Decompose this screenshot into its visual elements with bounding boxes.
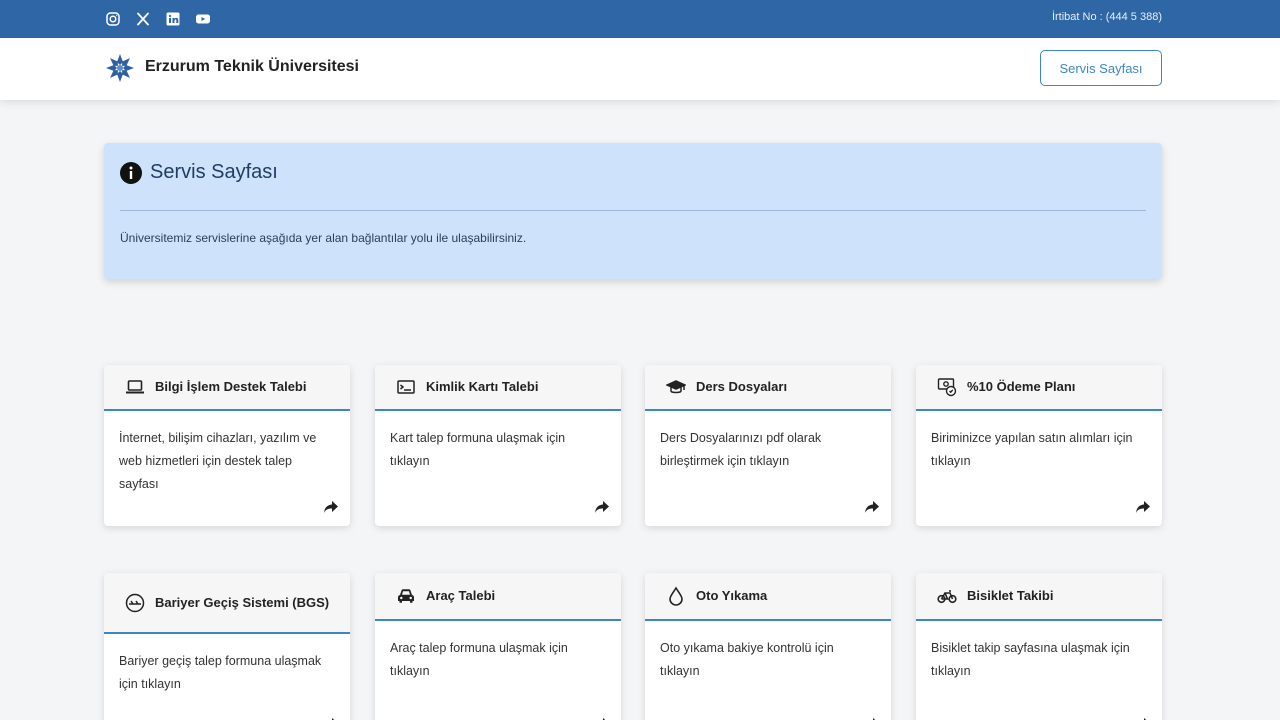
alert-title-row: Servis Sayfası [120,161,278,184]
card-text: Bariyer geçiş talep formuna ulaşmak için… [119,654,322,691]
share-arrow-icon[interactable] [1134,498,1152,516]
card-header: Bisiklet Takibi [916,573,1162,621]
card-title: Kimlik Kartı Talebi [426,379,539,394]
card-title: %10 Ödeme Planı [967,379,1076,394]
youtube-icon[interactable] [194,10,212,28]
alert-title: Servis Sayfası [150,161,278,183]
share-arrow-icon[interactable] [1134,715,1152,720]
card-header: Kimlik Kartı Talebi [375,365,621,411]
brand-title[interactable]: Erzurum Teknik Üniversitesi [145,58,359,76]
card-header: %10 Ödeme Planı [916,365,1162,411]
card-header: Oto Yıkama [645,573,891,621]
social-links [104,10,212,28]
car-icon [395,585,417,607]
share-arrow-icon[interactable] [593,498,611,516]
share-arrow-icon[interactable] [322,498,340,516]
card-header: Bilgi İşlem Destek Talebi [104,365,350,411]
alert-divider [120,210,1146,211]
service-card[interactable]: Bilgi İşlem Destek Talebi İnternet, bili… [104,365,350,526]
bicycle-icon [936,585,958,607]
card-header: Bariyer Geçiş Sistemi (BGS) [104,573,350,634]
hotline-text: İrtibat No : (444 5 388) [1051,11,1162,23]
graduation-cap-icon [665,376,687,398]
service-card[interactable]: %10 Ödeme Planı Biriminizce yapılan satı… [916,365,1162,526]
service-page-button[interactable]: Servis Sayfası [1040,50,1162,86]
card-title: Bariyer Geçiş Sistemi (BGS) [155,594,330,610]
card-text: Kart talep formuna ulaşmak için tıklayın [390,431,566,468]
barrier-gauge-icon [124,592,146,614]
card-text: Biriminizce yapılan satın alımları için … [931,431,1133,468]
service-card[interactable]: Araç Talebi Araç talep formuna ulaşmak i… [375,573,621,720]
x-twitter-icon[interactable] [134,10,152,28]
info-icon [120,161,142,184]
card-header: Araç Talebi [375,573,621,621]
service-card[interactable]: Bisiklet Takibi Bisiklet takip sayfasına… [916,573,1162,720]
university-logo[interactable] [104,52,136,84]
alert-description: Üniversitemiz servislerine aşağıda yer a… [120,231,527,245]
card-title: Bilgi İşlem Destek Talebi [155,379,307,394]
share-arrow-icon[interactable] [863,715,881,720]
water-drop-icon [665,585,687,607]
card-title: Araç Talebi [426,588,496,603]
card-text: İnternet, bilişim cihazları, yazılım ve … [119,431,317,491]
id-card-icon [395,376,417,398]
card-text: Bisiklet takip sayfasına ulaşmak için tı… [931,641,1130,678]
service-card[interactable]: Ders Dosyaları Ders Dosyalarınızı pdf ol… [645,365,891,526]
card-title: Ders Dosyaları [696,379,788,394]
card-header: Ders Dosyaları [645,365,891,411]
card-title: Oto Yıkama [696,588,768,603]
linkedin-icon[interactable] [164,10,182,28]
info-alert: Servis Sayfası Üniversitemiz servislerin… [104,143,1162,279]
payment-plan-icon [936,376,958,398]
card-text: Oto yıkama bakiye kontrolü için tıklayın [660,641,834,678]
service-card[interactable]: Kimlik Kartı Talebi Kart talep formuna u… [375,365,621,526]
share-arrow-icon[interactable] [593,715,611,720]
card-text: Ders Dosyalarınızı pdf olarak birleştirm… [660,431,822,468]
share-arrow-icon[interactable] [863,498,881,516]
instagram-icon[interactable] [104,10,122,28]
laptop-icon [124,376,146,398]
site-header: Erzurum Teknik Üniversitesi Servis Sayfa… [0,38,1280,100]
card-text: Araç talep formuna ulaşmak için tıklayın [390,641,568,678]
share-arrow-icon[interactable] [322,715,340,720]
top-bar: İrtibat No : (444 5 388) [0,0,1280,38]
card-title: Bisiklet Takibi [967,588,1054,603]
service-card[interactable]: Oto Yıkama Oto yıkama bakiye kontrolü iç… [645,573,891,720]
service-card[interactable]: Bariyer Geçiş Sistemi (BGS) Bariyer geçi… [104,573,350,720]
